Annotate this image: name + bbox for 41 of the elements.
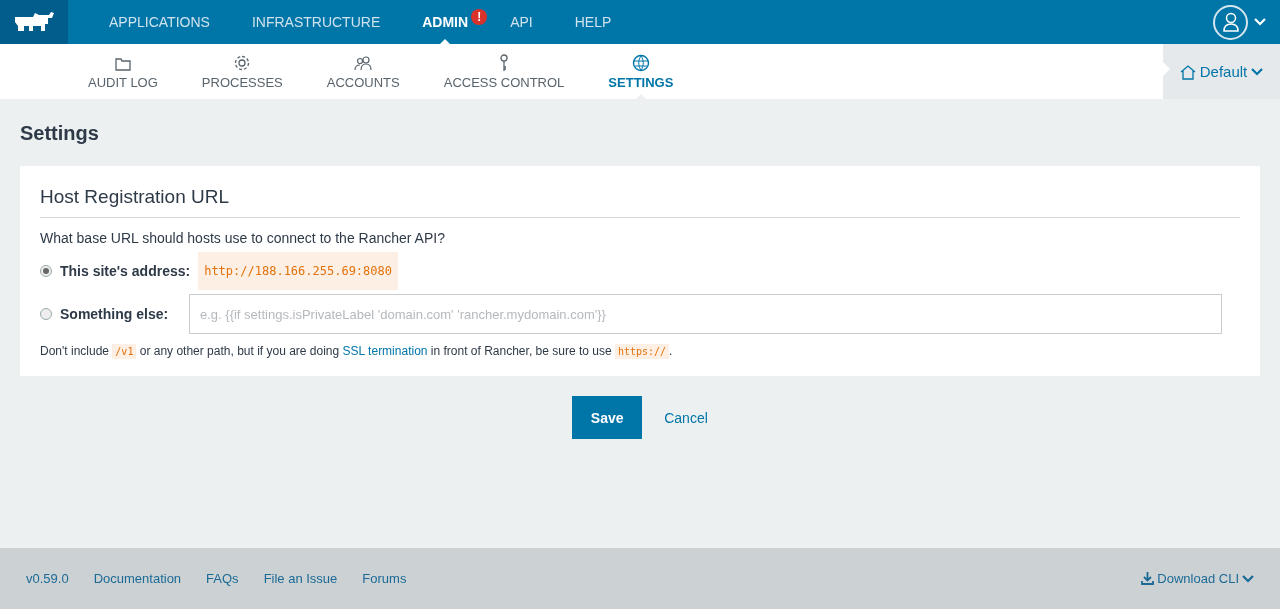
sub-nav-tab[interactable]: SETTINGS — [586, 44, 696, 99]
address-value: http://188.166.255.69:8080 — [198, 252, 398, 290]
url-input-field[interactable]: e.g. {{if settings.isPrivateLabel 'domain.com' 'rancher.mydomain.com'}} — [189, 294, 1222, 334]
sub-nav-tab[interactable]: ACCESS CONTROL — [421, 44, 587, 99]
section-title: Host Registration URL — [40, 186, 1240, 218]
radio-button[interactable] — [40, 308, 52, 320]
footer-link[interactable]: Forums — [362, 571, 407, 586]
cattle-logo[interactable] — [13, 11, 55, 33]
save-button[interactable]: Save — [572, 396, 643, 439]
footer-link[interactable]: File an Issue — [263, 571, 338, 586]
chevron-down-icon — [1254, 18, 1266, 26]
sub-nav-tab[interactable]: PROCESSES — [179, 44, 305, 99]
cancel-link[interactable]: Cancel — [664, 409, 708, 426]
footer-link[interactable]: Documentation — [93, 571, 182, 586]
chevron-down-icon — [1242, 574, 1254, 583]
chevron-down-icon — [1251, 67, 1264, 76]
option-label: Something else: — [60, 306, 170, 322]
nav-tab[interactable]: API — [489, 0, 554, 44]
download-cli-link[interactable]: Download CLI — [1141, 571, 1254, 586]
hint-text: Don't include /v1 or any other path, but if you are doing SSL termination in front of Rancher, be sure to use https:// . — [40, 344, 674, 358]
download-icon — [1141, 572, 1155, 585]
nav-tab[interactable]: ADMIN ! — [401, 0, 490, 44]
home-icon — [1179, 63, 1196, 80]
footer-link[interactable]: v0.59.0 — [26, 571, 69, 586]
alert-badge: ! — [471, 9, 488, 25]
users-icon — [354, 54, 373, 72]
option-label: This site's address: — [60, 263, 191, 279]
sub-nav-tab[interactable]: AUDIT LOG — [66, 44, 180, 99]
page-title: Settings — [20, 122, 100, 146]
environment-dropdown[interactable]: Default — [1163, 44, 1280, 99]
nav-tab[interactable]: HELP — [553, 0, 633, 44]
sub-nav-tab[interactable]: ACCOUNTS — [304, 44, 422, 99]
question-text: What base URL should hosts use to connect to the Rancher API? — [40, 230, 446, 246]
radio-button[interactable] — [40, 265, 52, 277]
footer-link[interactable]: FAQs — [206, 571, 239, 586]
gear-icon — [233, 54, 252, 72]
user-avatar[interactable] — [1213, 4, 1248, 40]
globe-icon — [631, 54, 650, 72]
nav-tab[interactable]: INFRASTRUCTURE — [230, 0, 402, 44]
nav-tab[interactable]: APPLICATIONS — [88, 0, 231, 44]
ssl-link[interactable]: SSL termination — [342, 344, 428, 358]
